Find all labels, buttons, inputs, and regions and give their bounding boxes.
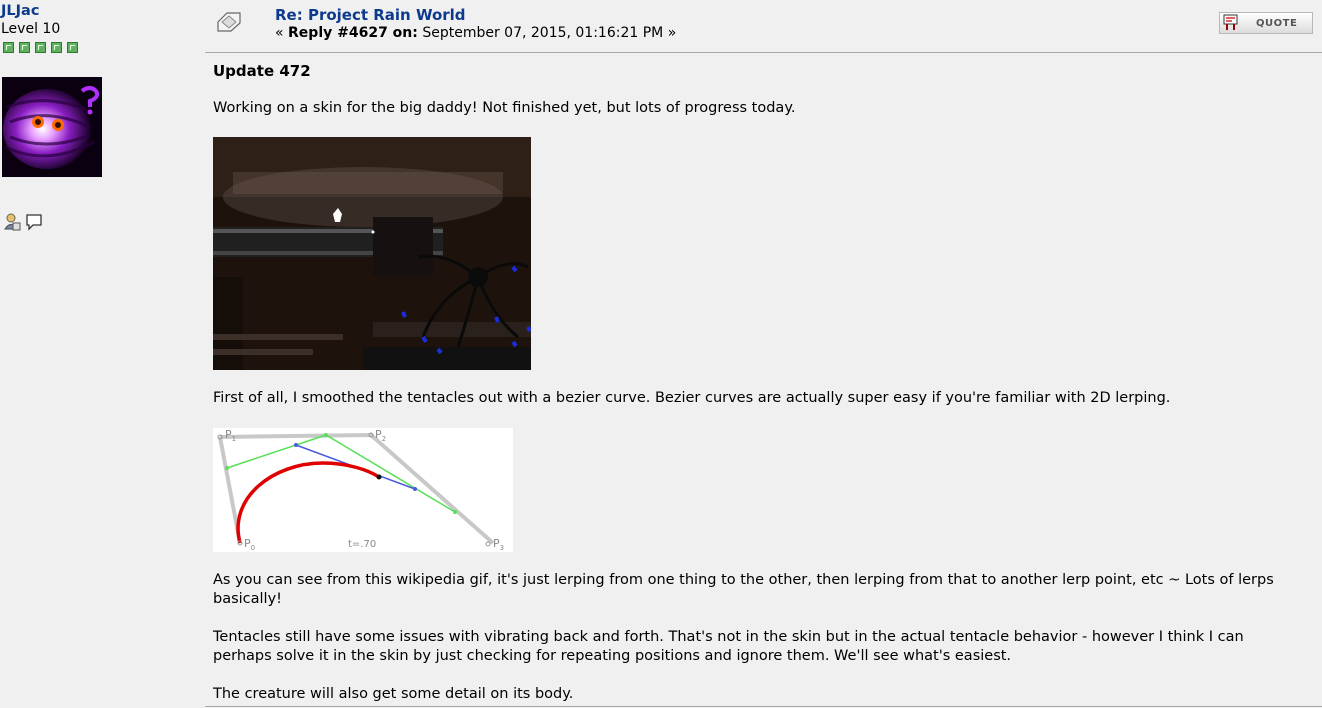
poster-level: Level 10	[1, 21, 61, 37]
reply-number: Reply #4627 on:	[288, 25, 418, 41]
rank-star-icon	[35, 42, 46, 53]
rank-star-icon	[3, 42, 14, 53]
personal-message-icon[interactable]	[25, 213, 43, 235]
profile-icon[interactable]	[4, 213, 21, 235]
quote-label: QUOTE	[1256, 17, 1298, 29]
p2-label: P2	[375, 428, 386, 443]
t-value-label: t=.70	[348, 539, 376, 550]
rank-star-icon	[67, 42, 78, 53]
post-icon	[215, 10, 243, 34]
paragraph-4: Tentacles still have some issues with vi…	[213, 629, 1244, 664]
reply-info: « Reply #4627 on: September 07, 2015, 01…	[275, 25, 676, 41]
rank-star-icon	[19, 42, 30, 53]
rank-star-icon	[51, 42, 62, 53]
reply-prefix: «	[275, 25, 289, 41]
game-screenshot-image	[213, 137, 531, 370]
p3-label: P3	[493, 537, 504, 552]
p1-label: P1	[225, 428, 236, 443]
avatar[interactable]	[2, 77, 102, 177]
bezier-curve-image: P1 P2 P0 P3 t=.70	[213, 428, 513, 552]
quote-icon	[1222, 13, 1242, 33]
update-title: Update 472	[213, 62, 311, 80]
profile-icons	[4, 213, 43, 235]
paragraph-2: First of all, I smoothed the tentacles o…	[213, 390, 1171, 406]
header-divider	[205, 52, 1322, 53]
paragraph-5: The creature will also get some detail o…	[213, 686, 574, 702]
post-bottom-divider	[205, 706, 1322, 707]
post-subject-link[interactable]: Re: Project Rain World	[275, 6, 466, 24]
rank-stars	[3, 42, 78, 53]
p0-label: P0	[244, 537, 255, 552]
paragraph-1: Working on a skin for the big daddy! Not…	[213, 100, 796, 116]
quote-button[interactable]: QUOTE	[1219, 12, 1313, 34]
paragraph-3: As you can see from this wikipedia gif, …	[213, 572, 1274, 607]
reply-date: September 07, 2015, 01:16:21 PM »	[417, 25, 677, 41]
poster-name-link[interactable]: JLJac	[1, 3, 39, 19]
